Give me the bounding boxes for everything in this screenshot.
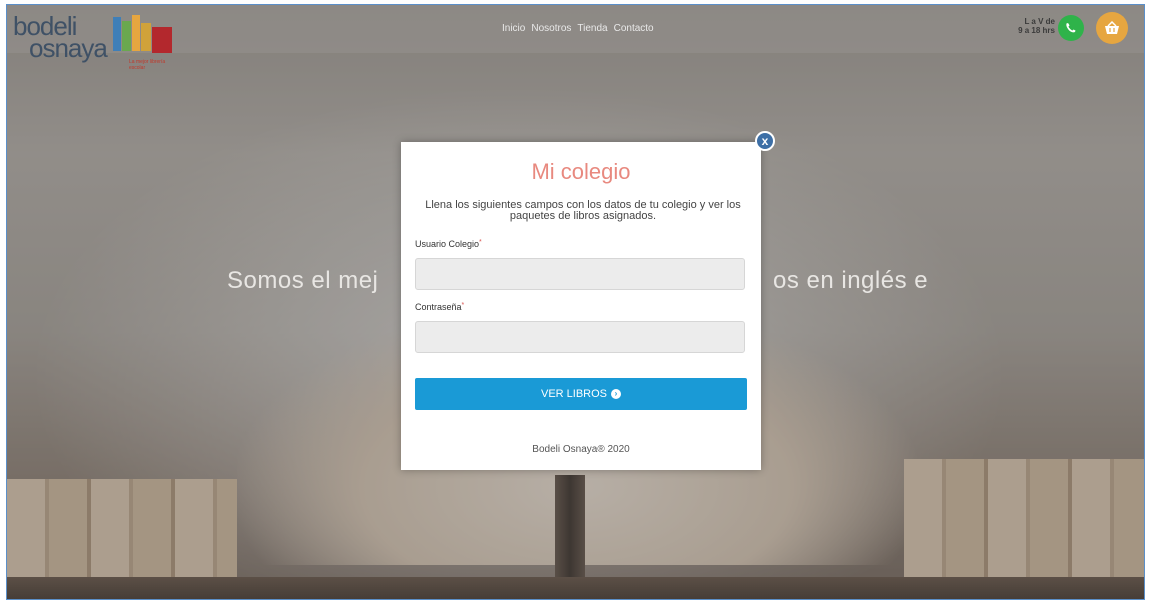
arrow-right-circle-icon: ›: [611, 389, 622, 399]
site-logo[interactable]: bodeli osnaya La mejor librería escolar: [11, 7, 181, 71]
password-input[interactable]: [415, 321, 745, 353]
books-logo-icon: [113, 15, 172, 53]
nav-tienda[interactable]: Tienda: [577, 23, 607, 34]
hero-text-left: Somos el mej: [227, 267, 379, 294]
whatsapp-icon[interactable]: [1058, 15, 1084, 41]
modal-title: Mi colegio: [531, 159, 631, 184]
submit-label: VER LIBROS: [540, 388, 608, 400]
logo-text-line2: osnaya: [29, 33, 108, 63]
hours-line2: 9 a 18 hrs: [1018, 26, 1055, 35]
school-login-modal: Mi colegio Llena los siguientes campos c…: [401, 142, 761, 470]
nav-nosotros[interactable]: Nosotros: [531, 23, 571, 34]
browser-viewport: bodeli osnaya La mejor librería escolar …: [6, 4, 1145, 600]
hours-line1: L a V de: [1024, 17, 1055, 26]
modal-footer: Bodeli Osnaya® 2020: [532, 444, 630, 455]
username-input[interactable]: [415, 258, 745, 290]
nav-inicio[interactable]: Inicio: [502, 23, 525, 34]
site-header: bodeli osnaya La mejor librería escolar …: [7, 5, 1144, 71]
logo-tagline: La mejor librería escolar: [129, 59, 166, 71]
business-hours: L a V de 9 a 18 hrs: [1011, 17, 1055, 35]
close-button[interactable]: x: [755, 131, 775, 151]
username-label: Usuario Colegio*: [415, 239, 482, 249]
required-mark: *: [461, 302, 465, 309]
password-label: Contraseña*: [415, 302, 464, 312]
modal-description: Llena los siguientes campos con los dato…: [425, 199, 741, 222]
basket-icon: [1105, 20, 1119, 34]
nav-contacto[interactable]: Contacto: [614, 23, 654, 34]
password-label-text: Contraseña: [415, 302, 462, 312]
phone-icon: [1066, 23, 1076, 33]
required-mark: *: [479, 239, 482, 246]
ver-libros-button[interactable]: VER LIBROS ›: [415, 378, 747, 410]
username-label-text: Usuario Colegio: [415, 239, 480, 249]
shopping-basket-icon[interactable]: [1096, 12, 1128, 44]
main-nav: Inicio Nosotros Tienda Contacto: [502, 23, 654, 34]
hero-text-right: os en inglés e: [773, 267, 929, 294]
